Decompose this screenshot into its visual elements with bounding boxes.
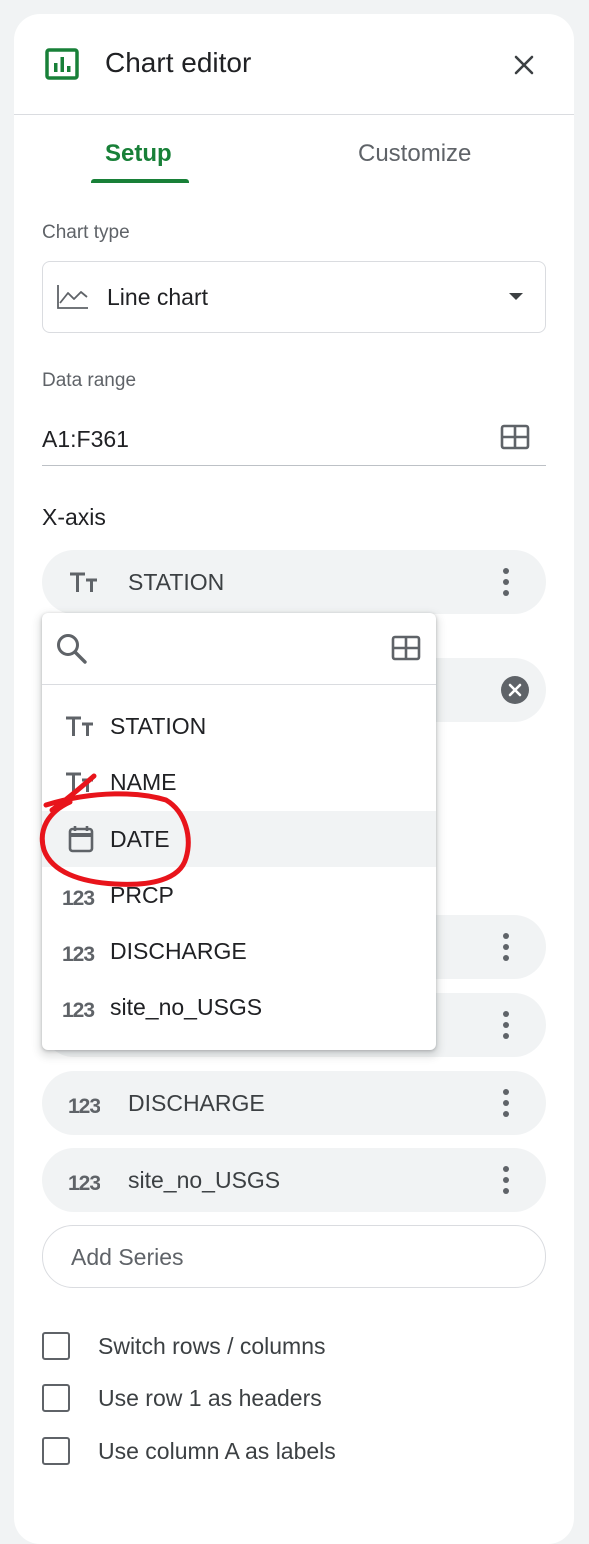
tab-customize[interactable]: Customize xyxy=(358,140,471,168)
data-range-input[interactable] xyxy=(42,421,482,457)
close-icon[interactable] xyxy=(509,50,539,80)
add-series-button[interactable]: Add Series xyxy=(42,1225,546,1288)
checkbox-box[interactable] xyxy=(42,1384,70,1412)
more-vert-icon[interactable] xyxy=(492,564,520,600)
x-axis-chip[interactable]: STATION xyxy=(42,550,546,614)
series-chip[interactable]: 123 DISCHARGE xyxy=(42,1071,546,1135)
dropdown-option-station[interactable]: STATION xyxy=(42,698,436,754)
calendar-icon xyxy=(68,826,94,853)
chart-type-label: Chart type xyxy=(42,222,130,243)
chart-editor-header: Chart editor xyxy=(14,14,574,115)
more-vert-icon[interactable] xyxy=(492,929,520,965)
dropdown-option-label: NAME xyxy=(110,769,177,795)
svg-text:123: 123 xyxy=(62,943,94,965)
text-type-icon xyxy=(66,716,93,736)
checkbox-box[interactable] xyxy=(42,1437,70,1465)
column-search-input[interactable] xyxy=(98,631,368,665)
series-chip-label: DISCHARGE xyxy=(128,1090,265,1116)
checkbox-label: Use row 1 as headers xyxy=(98,1385,322,1411)
more-vert-icon[interactable] xyxy=(492,1162,520,1198)
dropdown-option-label: PRCP xyxy=(110,882,174,908)
chart-type-select[interactable]: Line chart xyxy=(42,261,546,333)
column-picker-dropdown: STATION NAME DATE 123 PRCP 123 DISCHARGE… xyxy=(42,613,436,1050)
checkbox-box[interactable] xyxy=(42,1332,70,1360)
series-chip[interactable]: 123 site_no_USGS xyxy=(42,1148,546,1212)
x-axis-title: X-axis xyxy=(42,504,106,530)
number-type-icon: 123 xyxy=(68,1095,100,1117)
select-range-grid-icon[interactable] xyxy=(500,424,530,450)
search-icon xyxy=(57,634,87,664)
dropdown-option-name[interactable]: NAME xyxy=(42,754,436,810)
dropdown-option-label: site_no_USGS xyxy=(110,994,263,1020)
clear-icon[interactable] xyxy=(500,675,530,705)
dropdown-option-discharge[interactable]: 123 DISCHARGE xyxy=(42,923,436,979)
dropdown-option-prcp[interactable]: 123 PRCP xyxy=(42,867,436,923)
checkbox-label: Use column A as labels xyxy=(98,1438,336,1464)
number-type-icon: 123 xyxy=(68,1172,100,1194)
data-range-label: Data range xyxy=(42,370,137,391)
dropdown-option-label: DATE xyxy=(110,826,170,852)
text-type-icon xyxy=(70,572,97,592)
add-series-label: Add Series xyxy=(71,1244,184,1270)
chevron-down-icon xyxy=(509,293,523,300)
chart-type-value: Line chart xyxy=(107,284,209,310)
series-chip-label: site_no_USGS xyxy=(128,1167,281,1193)
text-type-icon xyxy=(66,772,93,792)
number-type-icon: 123 xyxy=(62,943,95,965)
panel-title: Chart editor xyxy=(105,47,252,78)
tab-setup[interactable]: Setup xyxy=(105,140,172,168)
data-range-underline xyxy=(42,465,546,466)
dropdown-option-label: STATION xyxy=(110,713,207,739)
dropdown-option-date[interactable]: DATE xyxy=(42,811,436,867)
svg-text:123: 123 xyxy=(68,1172,100,1194)
chart-icon xyxy=(45,48,79,80)
select-range-grid-icon[interactable] xyxy=(391,635,421,661)
active-tab-indicator xyxy=(91,179,189,183)
dropdown-divider xyxy=(42,684,436,685)
more-vert-icon[interactable] xyxy=(492,1007,520,1043)
x-axis-chip-label: STATION xyxy=(128,569,225,595)
svg-text:123: 123 xyxy=(62,887,94,909)
dropdown-option-label: DISCHARGE xyxy=(110,938,247,964)
line-chart-icon xyxy=(57,285,88,309)
svg-text:123: 123 xyxy=(68,1095,100,1117)
number-type-icon: 123 xyxy=(62,999,95,1021)
number-type-icon: 123 xyxy=(62,887,95,909)
more-vert-icon[interactable] xyxy=(492,1085,520,1121)
checkbox-label: Switch rows / columns xyxy=(98,1333,326,1359)
dropdown-option-site-no-usgs[interactable]: 123 site_no_USGS xyxy=(42,979,436,1035)
svg-text:123: 123 xyxy=(62,999,94,1021)
